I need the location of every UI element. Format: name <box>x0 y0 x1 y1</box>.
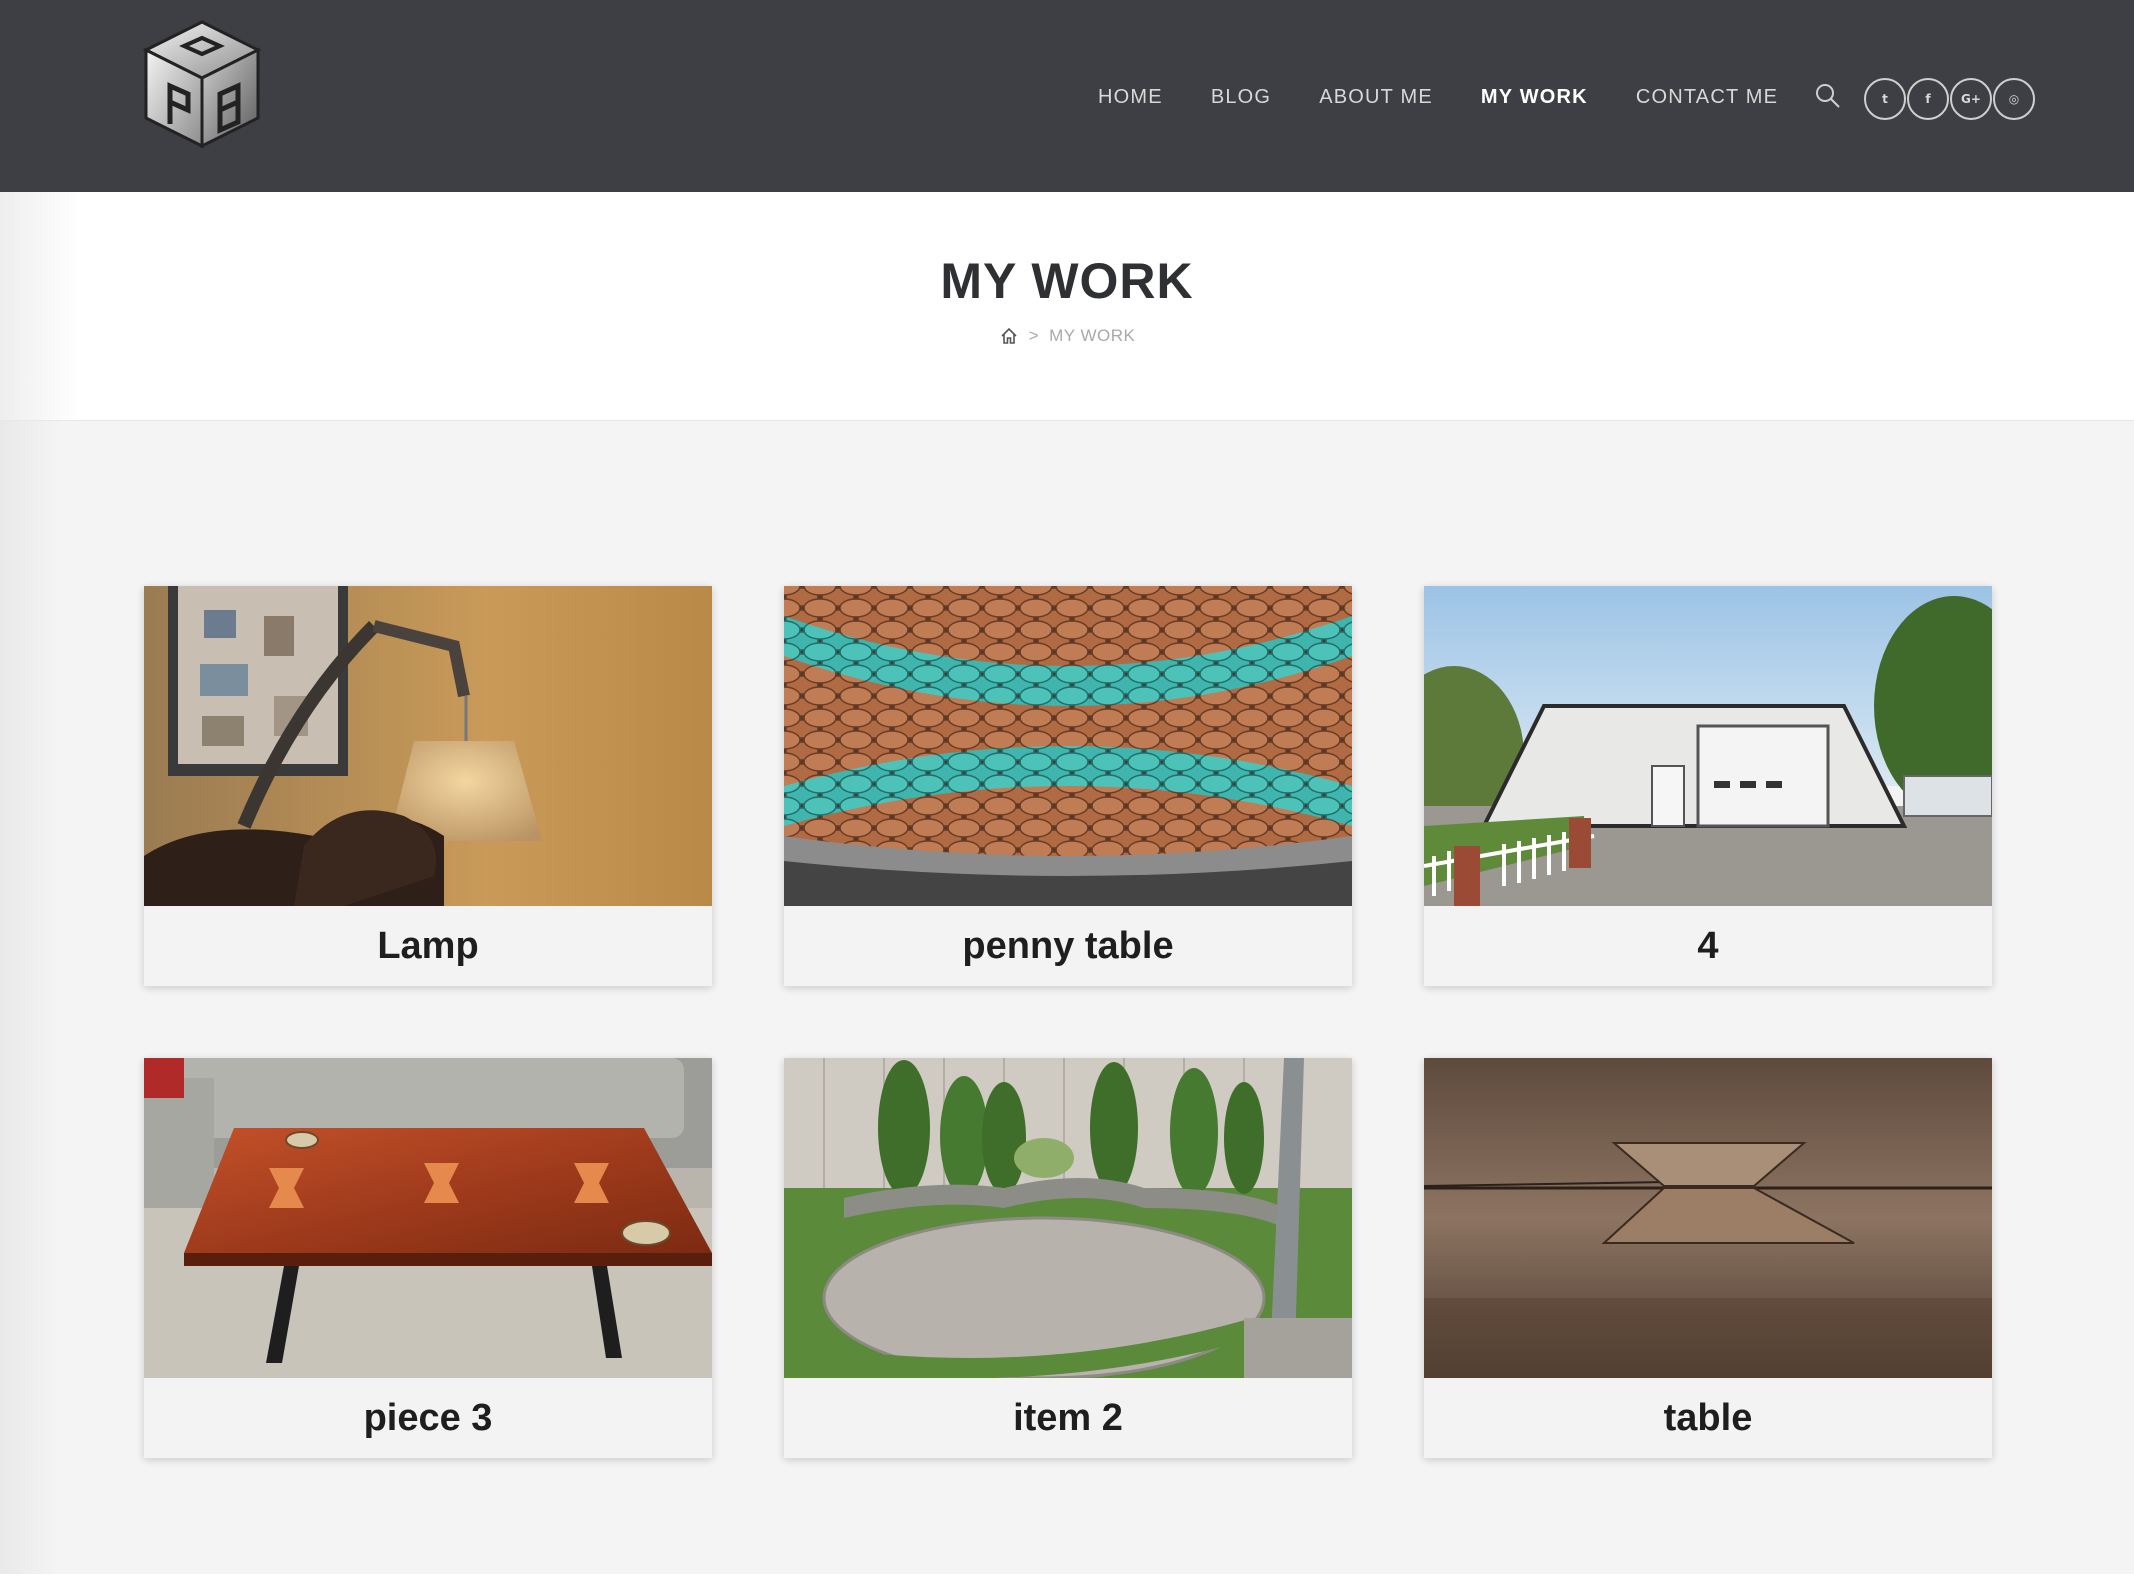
portfolio-card-piece-3[interactable]: piece 3 <box>144 1058 712 1458</box>
portfolio-title[interactable]: 4 <box>1424 906 1992 986</box>
portfolio-section: Lamp penny table 4 piece 3 item 2 table <box>0 421 2134 1574</box>
portfolio-card-lamp[interactable]: Lamp <box>144 586 712 986</box>
portfolio-image-piece-3[interactable] <box>144 1058 712 1378</box>
home-icon[interactable] <box>999 326 1019 346</box>
social-links: t f G+ ◎ <box>1864 78 2036 120</box>
page-title: MY WORK <box>940 253 1194 309</box>
nav-my-work[interactable]: MY WORK <box>1481 86 1588 109</box>
cube-logo-icon <box>142 20 262 149</box>
portfolio-image-item-2[interactable] <box>784 1058 1352 1378</box>
portfolio-title[interactable]: item 2 <box>784 1378 1352 1458</box>
twitter-icon[interactable]: t <box>1864 78 1906 120</box>
breadcrumb-current: MY WORK <box>1049 326 1136 345</box>
nav-blog[interactable]: BLOG <box>1211 86 1271 109</box>
portfolio-image-lamp[interactable] <box>144 586 712 906</box>
portfolio-image-table[interactable] <box>1424 1058 1992 1378</box>
google-plus-icon[interactable]: G+ <box>1950 78 1992 120</box>
facebook-icon[interactable]: f <box>1907 78 1949 120</box>
page-header: MY WORK > MY WORK <box>0 192 2134 421</box>
portfolio-card-item-2[interactable]: item 2 <box>784 1058 1352 1458</box>
search-icon[interactable] <box>1814 82 1842 110</box>
portfolio-title[interactable]: piece 3 <box>144 1378 712 1458</box>
footer-edge <box>0 1574 2134 1594</box>
portfolio-image-penny-table[interactable] <box>784 586 1352 906</box>
portfolio-title[interactable]: penny table <box>784 906 1352 986</box>
nav-contact-me[interactable]: CONTACT ME <box>1636 86 1778 109</box>
portfolio-card-4[interactable]: 4 <box>1424 586 1992 986</box>
main-nav: HOME BLOG ABOUT ME MY WORK CONTACT ME <box>1098 80 1826 114</box>
instagram-icon[interactable]: ◎ <box>1993 78 2035 120</box>
portfolio-card-table[interactable]: table <box>1424 1058 1992 1458</box>
breadcrumb: > MY WORK <box>0 326 2134 346</box>
portfolio-title[interactable]: Lamp <box>144 906 712 986</box>
portfolio-card-penny-table[interactable]: penny table <box>784 586 1352 986</box>
portfolio-image-4[interactable] <box>1424 586 1992 906</box>
nav-home[interactable]: HOME <box>1098 86 1163 109</box>
site-header: HOME BLOG ABOUT ME MY WORK CONTACT ME t … <box>0 0 2134 192</box>
nav-about-me[interactable]: ABOUT ME <box>1319 86 1433 109</box>
site-logo[interactable] <box>140 14 264 154</box>
breadcrumb-separator: > <box>1028 326 1040 345</box>
portfolio-title[interactable]: table <box>1424 1378 1992 1458</box>
